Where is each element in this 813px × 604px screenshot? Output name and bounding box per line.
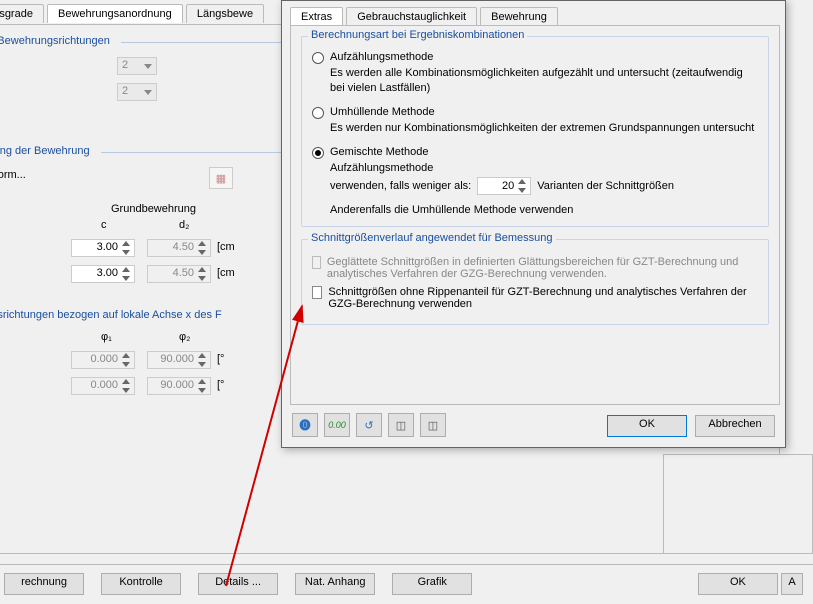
dialog-tabstrip: Extras Gebrauchstauglichkeit Bewehrung bbox=[290, 7, 558, 26]
group-title-deckung: etondeckung der Bewehrung bbox=[0, 145, 90, 157]
btn-ok-main[interactable]: OK bbox=[698, 573, 778, 595]
col-phi1: φ₁ bbox=[101, 331, 112, 343]
radio-umhuellende-desc: Es werden nur Kombinationsmöglichkeiten … bbox=[330, 121, 758, 136]
bottom-bar: rechnung Kontrolle Details ... Nat. Anha… bbox=[0, 564, 813, 604]
input-value: 4.50 bbox=[173, 267, 194, 279]
input-varianten[interactable]: 20 bbox=[477, 177, 531, 195]
tool-help[interactable]: ⓿ bbox=[292, 413, 318, 437]
col-c: c bbox=[101, 219, 107, 231]
gemischte-line2: Anderenfalls die Umhüllende Methode verw… bbox=[330, 203, 758, 218]
dialog-buttons: OK Abbrechen bbox=[607, 415, 775, 437]
col-phi2: φ₂ bbox=[179, 331, 190, 343]
btn-a[interactable]: A bbox=[781, 573, 803, 595]
radio-aufzaehlung-desc: Es werden alle Kombinationsmöglichkeiten… bbox=[330, 66, 758, 96]
radio-umhuellende[interactable] bbox=[312, 107, 324, 119]
radio-aufzaehlung-label: Aufzählungsmethode bbox=[330, 51, 433, 63]
chk-nach-norm-label: Nach Norm... bbox=[0, 169, 26, 181]
dlg-tab-extras[interactable]: Extras bbox=[290, 7, 343, 26]
btn-details[interactable]: Details ... bbox=[198, 573, 278, 595]
group-title-schnittgroessen: Schnittgrößenverlauf angewendet für Beme… bbox=[308, 232, 556, 244]
layers-icon: ▦ bbox=[216, 172, 226, 185]
input-unten-d2[interactable]: 4.50 bbox=[147, 265, 211, 283]
btn-rechnung[interactable]: rechnung bbox=[4, 573, 84, 595]
tab-bewehrungsanordnung[interactable]: Bewehrungsanordnung bbox=[47, 4, 183, 23]
input-value: 0.000 bbox=[90, 353, 118, 365]
input-unten-phi1[interactable]: 0.000 bbox=[71, 377, 135, 395]
units-icon: 0.00 bbox=[328, 420, 346, 430]
dialog-settings: Extras Gebrauchstauglichkeit Bewehrung B… bbox=[281, 0, 786, 448]
reset-icon: ↺ bbox=[364, 419, 373, 432]
btn-grafik[interactable]: Grafik bbox=[392, 573, 472, 595]
gemischte-block: Aufzählungsmethode verwenden, falls weni… bbox=[330, 161, 758, 219]
main-tabstrip: ewehrungsgrade Bewehrungsanordnung Längs… bbox=[0, 4, 264, 23]
unit-cm: [cm bbox=[217, 267, 235, 279]
chk-geglaettete-label: Geglättete Schnittgrößen in definierten … bbox=[327, 256, 758, 280]
layers-icon-button[interactable]: ▦ bbox=[209, 167, 233, 189]
dlg-cancel[interactable]: Abbrechen bbox=[695, 415, 775, 437]
combo-oben-z[interactable]: 2 bbox=[117, 57, 157, 75]
dlg-ok[interactable]: OK bbox=[607, 415, 687, 437]
unit-cm: [cm bbox=[217, 241, 235, 253]
main-window: ewehrungsgrade Bewehrungsanordnung Längs… bbox=[0, 0, 813, 604]
input-oben-phi2[interactable]: 90.000 bbox=[147, 351, 211, 369]
input-value: 0.000 bbox=[90, 379, 118, 391]
input-unten-phi2[interactable]: 90.000 bbox=[147, 377, 211, 395]
gemischte-line1a: Aufzählungsmethode bbox=[330, 161, 758, 176]
help-icon: ⓿ bbox=[300, 417, 311, 433]
col-d2: d₂ bbox=[179, 219, 189, 231]
divider bbox=[101, 152, 301, 153]
options1-icon: ◫ bbox=[396, 419, 406, 432]
btn-kontrolle[interactable]: Kontrolle bbox=[101, 573, 181, 595]
group-schnittgroessenverlauf: Schnittgrößenverlauf angewendet für Beme… bbox=[301, 239, 769, 325]
gemischte-suffix: Varianten der Schnittgrößen bbox=[537, 179, 674, 194]
unit-deg: [° bbox=[217, 353, 224, 365]
tab-bewehrungsgrade[interactable]: ewehrungsgrade bbox=[0, 4, 44, 23]
header-grundbewehrung: Grundbewehrung bbox=[111, 203, 196, 215]
input-value: 3.00 bbox=[97, 267, 118, 279]
group-berechnungsart: Berechnungsart bei Ergebniskombinationen… bbox=[301, 36, 769, 227]
dlg-tab-gebrauchstauglichkeit[interactable]: Gebrauchstauglichkeit bbox=[346, 7, 477, 26]
tool-options2[interactable]: ◫ bbox=[420, 413, 446, 437]
group-title-richtungen2: ewehrungsrichtungen bezogen auf lokale A… bbox=[0, 309, 222, 321]
chk-ohne-rippen[interactable] bbox=[312, 286, 322, 299]
unit-deg: [° bbox=[217, 379, 224, 391]
combo-unten-z[interactable]: 2 bbox=[117, 83, 157, 101]
gemischte-line1b: verwenden, falls weniger als: bbox=[330, 179, 471, 194]
chk-geglaettete bbox=[312, 256, 321, 269]
input-value: 90.000 bbox=[160, 379, 194, 391]
chk-ohne-rippen-label: Schnittgrößen ohne Rippenanteil für GZT-… bbox=[328, 286, 758, 310]
input-oben-phi1[interactable]: 0.000 bbox=[71, 351, 135, 369]
dlg-tab-bewehrung[interactable]: Bewehrung bbox=[480, 7, 558, 26]
dialog-page-extras: Berechnungsart bei Ergebniskombinationen… bbox=[290, 25, 780, 405]
group-title-richtungen: nzahl der Bewehrungsrichtungen bbox=[0, 35, 110, 47]
dialog-toolbar: ⓿ 0.00 ↺ ◫ ◫ bbox=[292, 413, 446, 437]
input-unten-c[interactable]: 3.00 bbox=[71, 265, 135, 283]
radio-gemischte-label: Gemischte Methode bbox=[330, 146, 428, 158]
radio-umhuellende-label: Umhüllende Methode bbox=[330, 106, 435, 118]
radio-aufzaehlung[interactable] bbox=[312, 52, 324, 64]
radio-gemischte[interactable] bbox=[312, 147, 324, 159]
input-oben-d2[interactable]: 4.50 bbox=[147, 239, 211, 257]
options2-icon: ◫ bbox=[428, 419, 438, 432]
tool-options1[interactable]: ◫ bbox=[388, 413, 414, 437]
group-title-berechnungsart: Berechnungsart bei Ergebniskombinationen bbox=[308, 29, 527, 41]
btn-nat-anhang[interactable]: Nat. Anhang bbox=[295, 573, 375, 595]
tab-laengsbewehrung[interactable]: Längsbewe bbox=[186, 4, 264, 23]
input-value: 90.000 bbox=[160, 353, 194, 365]
input-oben-c[interactable]: 3.00 bbox=[71, 239, 135, 257]
input-value: 4.50 bbox=[173, 241, 194, 253]
tool-units[interactable]: 0.00 bbox=[324, 413, 350, 437]
tool-reset[interactable]: ↺ bbox=[356, 413, 382, 437]
right-panel bbox=[663, 454, 813, 554]
input-value: 20 bbox=[502, 180, 514, 192]
input-value: 3.00 bbox=[97, 241, 118, 253]
